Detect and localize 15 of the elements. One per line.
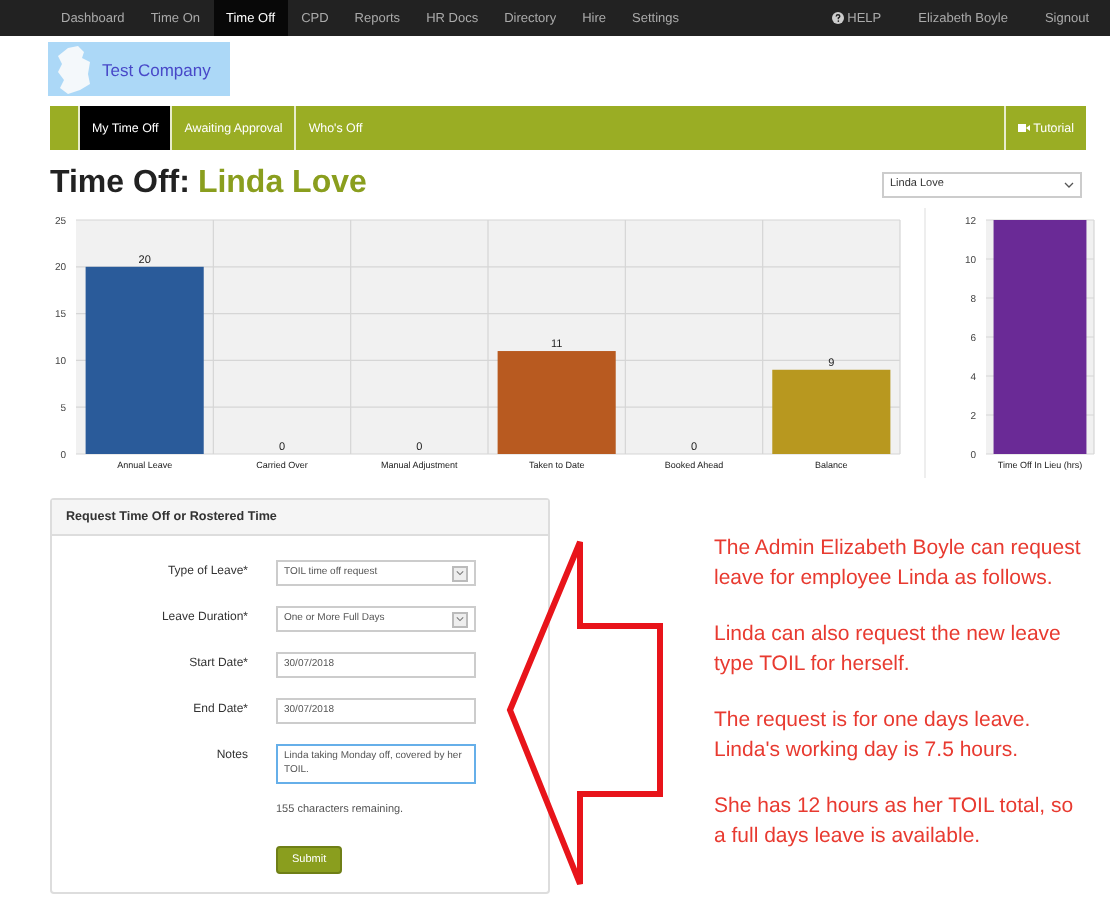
map-icon [56,45,92,93]
bar [497,351,616,454]
annotation-text: She has 12 hours as her TOIL total, so a full days leave is available. [714,792,1076,852]
annotation-text: The Admin Elizabeth Boyle can request leave for employee Linda as follows. [714,534,1083,594]
chevron-down-icon [452,565,468,581]
bar [772,369,891,454]
chevron-down-icon [452,611,468,627]
help-icon [831,12,844,24]
chevron-down-icon [1064,181,1074,187]
annotation-text: The request is for one days leave. Linda's working day is 7.5 hours. [714,706,1033,766]
video-icon [1017,124,1030,132]
annotation-text: Linda can also request the new leave type TOIL for herself. [714,620,1063,680]
employee-name: Linda Love [197,166,367,202]
page-title: Time Off: [50,166,190,202]
company-name: Test Company [102,59,211,79]
